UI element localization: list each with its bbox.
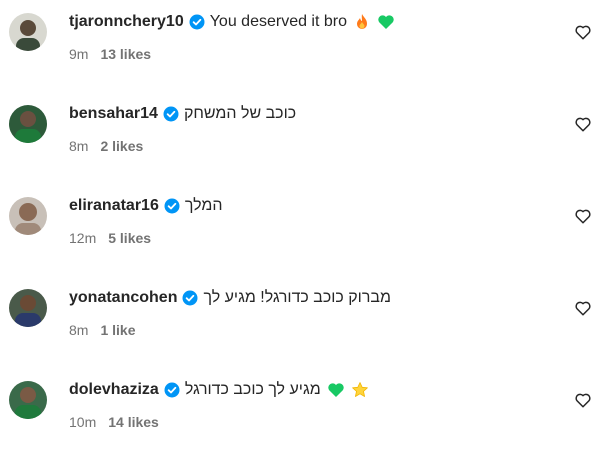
avatar[interactable]	[9, 197, 47, 235]
avatar[interactable]	[9, 289, 47, 327]
likes-count[interactable]: 13 likes	[100, 46, 151, 62]
verified-badge-icon	[163, 106, 179, 122]
comment-item: eliranatar16 המלך 12m 5 likes	[0, 184, 600, 276]
verified-badge-icon	[189, 14, 205, 30]
green-heart-emoji-icon	[327, 381, 345, 399]
username[interactable]: bensahar14	[69, 102, 158, 126]
comment-time: 9m	[69, 46, 89, 62]
username[interactable]: yonatancohen	[69, 286, 177, 310]
star-emoji-icon	[351, 381, 369, 399]
comments-list: tjaronnchery10 You deserved it bro 9m 13…	[0, 0, 600, 450]
like-heart-icon[interactable]	[574, 115, 592, 133]
likes-count[interactable]: 5 likes	[108, 230, 151, 246]
comment-item: bensahar14 כוכב של המשחק 8m 2 likes	[0, 92, 600, 184]
avatar[interactable]	[9, 381, 47, 419]
username[interactable]: dolevhaziza	[69, 378, 159, 402]
comment-text: כוכב של המשחק	[183, 105, 297, 122]
like-heart-icon[interactable]	[574, 299, 592, 317]
comment-item: yonatancohen מברוק כוכב כדורגל! מגיע לך …	[0, 276, 600, 368]
username[interactable]: tjaronnchery10	[69, 10, 184, 34]
comment-text: You deserved it bro	[209, 13, 347, 30]
likes-count[interactable]: 14 likes	[108, 414, 159, 430]
comment-item: dolevhaziza מגיע לך כוכב כדורגל 10m 14 l…	[0, 368, 600, 460]
avatar[interactable]	[9, 105, 47, 143]
likes-count[interactable]: 1 like	[100, 322, 135, 338]
verified-badge-icon	[164, 382, 180, 398]
comment-time: 8m	[69, 138, 89, 154]
like-heart-icon[interactable]	[574, 207, 592, 225]
verified-badge-icon	[182, 290, 198, 306]
comment-time: 8m	[69, 322, 89, 338]
username[interactable]: eliranatar16	[69, 194, 159, 218]
comment-item: tjaronnchery10 You deserved it bro 9m 13…	[0, 0, 600, 92]
likes-count[interactable]: 2 likes	[100, 138, 143, 154]
comment-time: 12m	[69, 230, 97, 246]
fire-emoji-icon	[353, 13, 371, 31]
like-heart-icon[interactable]	[574, 391, 592, 409]
comment-text: מגיע לך כוכב כדורגל	[184, 381, 321, 398]
avatar[interactable]	[9, 13, 47, 51]
like-heart-icon[interactable]	[574, 23, 592, 41]
comment-text: מברוק כוכב כדורגל! מגיע לך	[203, 289, 391, 306]
comment-text: המלך	[184, 197, 223, 214]
green-heart-emoji-icon	[377, 13, 395, 31]
comment-time: 10m	[69, 414, 97, 430]
verified-badge-icon	[164, 198, 180, 214]
